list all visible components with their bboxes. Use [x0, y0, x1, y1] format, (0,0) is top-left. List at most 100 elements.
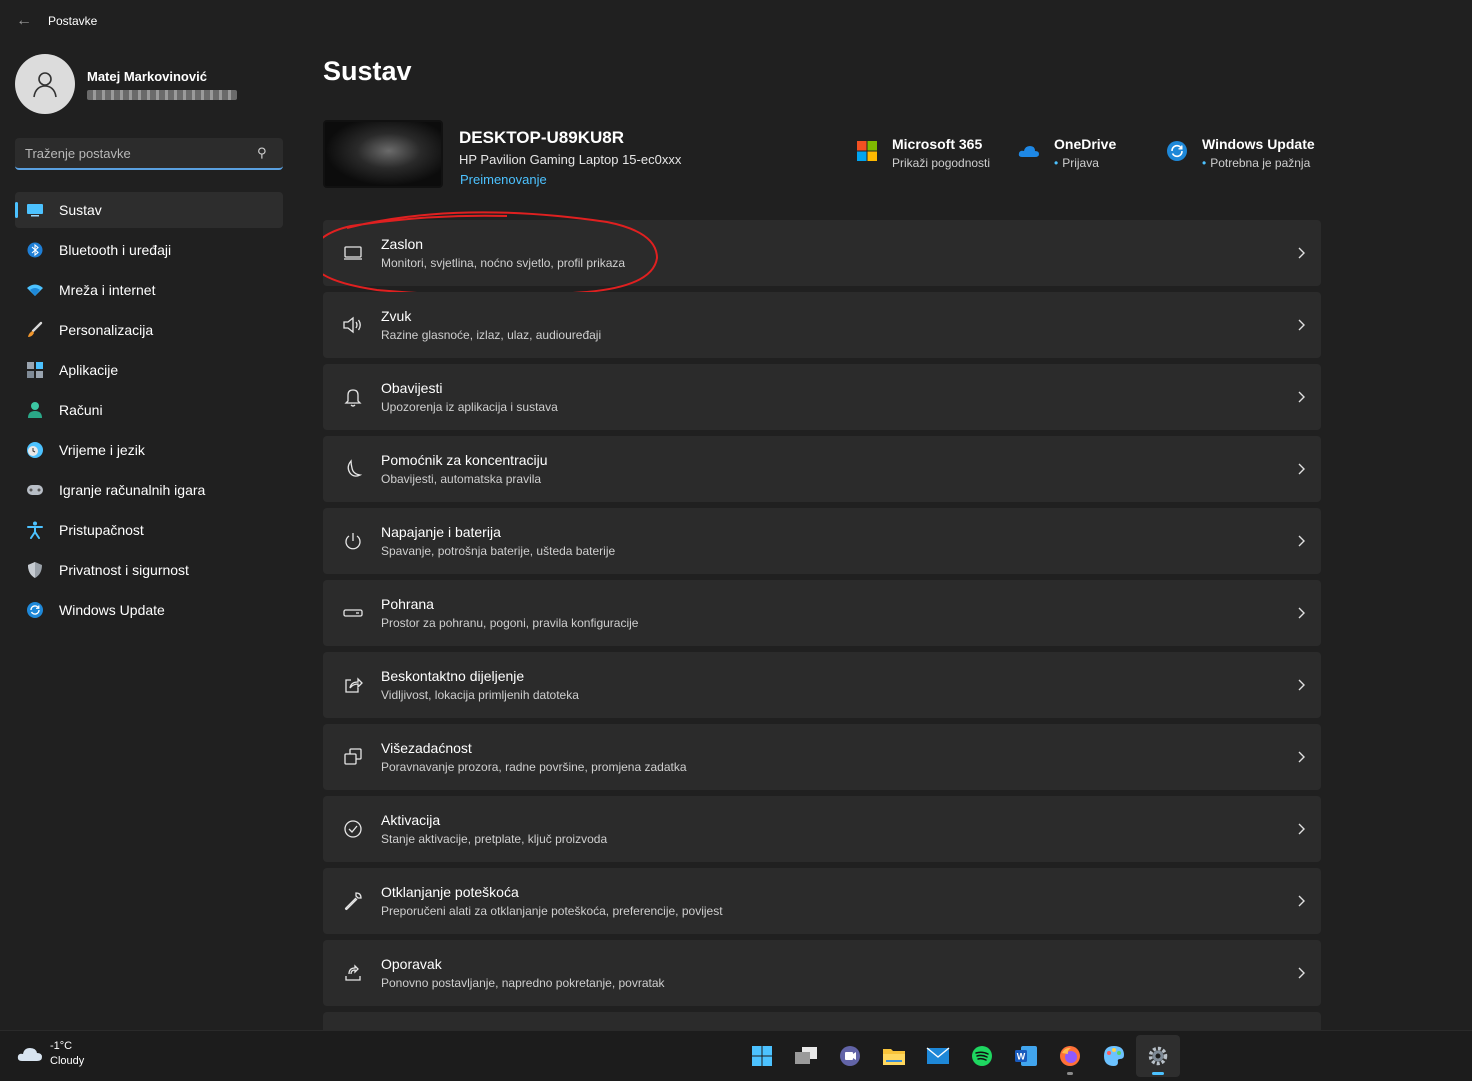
sidebar-item-label: Bluetooth i uređaji: [59, 242, 172, 258]
main-content: Sustav DESKTOP-U89KU8R HP Pavilion Gamin…: [323, 42, 1323, 1030]
bell-icon: [325, 387, 381, 407]
card-subtitle: Spavanje, potrošnja baterije, ušteda bat…: [381, 544, 616, 558]
word-icon[interactable]: W: [1004, 1035, 1048, 1077]
search-input[interactable]: [25, 145, 257, 161]
chevron-right-icon: [1281, 319, 1321, 331]
card-title: Otklanjanje poteškoća: [381, 884, 519, 900]
sidebar-item-label: Igranje računalnih igara: [59, 482, 206, 498]
sidebar-item-accounts[interactable]: Računi: [15, 392, 283, 428]
card-title: Aktivacija: [381, 812, 441, 828]
search-icon[interactable]: ⚲: [257, 145, 273, 161]
sidebar-item-apps[interactable]: Aplikacije: [15, 352, 283, 388]
card-visezadacnost[interactable]: Višezadaćnost Poravnavanje prozora, radn…: [323, 724, 1321, 790]
microsoft-logo-icon: [857, 141, 877, 161]
speaker-icon: [325, 316, 381, 334]
sidebar-item-label: Sustav: [59, 202, 102, 218]
sidebar-item-windows-update[interactable]: Windows Update: [15, 592, 283, 628]
avatar: [15, 54, 75, 114]
settings-window: ← Postavke Matej Markovinović ⚲: [0, 0, 1472, 1030]
chevron-right-icon: [1281, 679, 1321, 691]
teams-chat-icon[interactable]: [828, 1035, 872, 1077]
file-explorer-icon[interactable]: [872, 1035, 916, 1077]
weather-temp: -1°C: [50, 1040, 73, 1052]
status-dot: •: [1202, 156, 1207, 170]
task-view-icon[interactable]: [784, 1035, 828, 1077]
card-otklanjanje-poteskoca[interactable]: Otklanjanje poteškoća Preporučeni alati …: [323, 868, 1321, 934]
card-title: Višezadaćnost: [381, 740, 472, 756]
chevron-right-icon: [1281, 751, 1321, 763]
card-subtitle: Razine glasnoće, izlaz, ulaz, audiouređa…: [381, 328, 602, 342]
chevron-right-icon: [1281, 535, 1321, 547]
brush-icon: [25, 320, 45, 340]
quick-title: OneDrive: [1054, 136, 1117, 152]
chevron-right-icon: [1281, 463, 1321, 475]
card-pohrana[interactable]: Pohrana Prostor za pohranu, pogoni, prav…: [323, 580, 1321, 646]
profile-email-redacted: [87, 89, 237, 100]
card-title: Zvuk: [381, 308, 412, 324]
sidebar-nav: Sustav Bluetooth i uređaji Mreža i inter…: [15, 192, 283, 632]
onedrive-cloud-icon: [1018, 146, 1039, 157]
quick-onedrive[interactable]: OneDrive • Prijava: [1018, 136, 1116, 170]
mail-icon[interactable]: [916, 1035, 960, 1077]
sidebar-item-personalization[interactable]: Personalizacija: [15, 312, 283, 348]
card-title: Oporavak: [381, 956, 442, 972]
card-title: Zaslon: [381, 236, 424, 252]
back-arrow-icon[interactable]: ←: [14, 11, 34, 31]
rename-link[interactable]: Preimenovanje: [460, 172, 547, 187]
card-obavijesti[interactable]: Obavijesti Upozorenja iz aplikacija i su…: [323, 364, 1321, 430]
start-icon[interactable]: [740, 1035, 784, 1077]
card-zvuk[interactable]: Zvuk Razine glasnoće, izlaz, ulaz, audio…: [323, 292, 1321, 358]
card-title: Pomoćnik za koncentraciju: [381, 452, 548, 468]
quick-title: Microsoft 365: [892, 136, 983, 152]
clock-globe-icon: [25, 440, 45, 460]
sidebar-item-privacy[interactable]: Privatnost i sigurnost: [15, 552, 283, 588]
card-subtitle: Obavijesti, automatska pravila: [381, 472, 542, 486]
firefox-icon[interactable]: [1048, 1035, 1092, 1077]
card-napajanje[interactable]: Napajanje i baterija Spavanje, potrošnja…: [323, 508, 1321, 574]
user-profile[interactable]: Matej Markovinović: [15, 54, 237, 114]
card-aktivacija[interactable]: Aktivacija Stanje aktivacije, pretplate,…: [323, 796, 1321, 862]
multitasking-icon: [325, 747, 381, 767]
sidebar-item-gaming[interactable]: Igranje računalnih igara: [15, 472, 283, 508]
sidebar-item-label: Personalizacija: [59, 322, 154, 338]
quick-subtitle: • Prijava: [1054, 156, 1099, 170]
wifi-icon: [25, 280, 45, 300]
sidebar-item-label: Računi: [59, 402, 103, 418]
chevron-right-icon: [1281, 247, 1321, 259]
quick-microsoft-365[interactable]: Microsoft 365 Prikaži pogodnosti: [856, 136, 990, 170]
search-box[interactable]: ⚲: [15, 138, 283, 170]
update-icon: [25, 600, 45, 620]
cloud-icon: [17, 1048, 42, 1061]
device-info: DESKTOP-U89KU8R HP Pavilion Gaming Lapto…: [323, 120, 1323, 190]
card-subtitle: Monitori, svjetlina, noćno svjetlo, prof…: [381, 256, 626, 270]
title-bar: ← Postavke: [0, 0, 1472, 42]
card-zaslon[interactable]: Zaslon Monitori, svjetlina, noćno svjetl…: [323, 211, 1321, 297]
sidebar-item-label: Aplikacije: [59, 362, 119, 378]
taskbar: -1°C Cloudy W: [0, 1030, 1472, 1081]
moon-icon: [325, 459, 381, 479]
card-oporavak[interactable]: Oporavak Ponovno postavljanje, napredno …: [323, 940, 1321, 1006]
card-dijeljenje[interactable]: Beskontaktno dijeljenje Vidljivost, loka…: [323, 652, 1321, 718]
monitor-icon: [25, 200, 45, 220]
spotify-icon[interactable]: [960, 1035, 1004, 1077]
quick-windows-update[interactable]: Windows Update • Potrebna je pažnja: [1166, 136, 1315, 170]
sidebar-item-label: Windows Update: [59, 602, 165, 618]
chevron-right-icon: [1281, 391, 1321, 403]
sidebar-item-sustav[interactable]: Sustav: [15, 192, 283, 228]
recovery-icon: [325, 963, 381, 983]
paint-icon[interactable]: [1092, 1035, 1136, 1077]
card-koncentracija[interactable]: Pomoćnik za koncentraciju Obavijesti, au…: [323, 436, 1321, 502]
card-title: Napajanje i baterija: [381, 524, 501, 540]
settings-icon[interactable]: [1136, 1035, 1180, 1077]
card-title: Pohrana: [381, 596, 434, 612]
card-title: Beskontaktno dijeljenje: [381, 668, 525, 684]
sidebar-item-accessibility[interactable]: Pristupačnost: [15, 512, 283, 548]
sidebar-item-bluetooth[interactable]: Bluetooth i uređaji: [15, 232, 283, 268]
sidebar-item-network[interactable]: Mreža i internet: [15, 272, 283, 308]
chevron-right-icon: [1281, 823, 1321, 835]
person-icon: [25, 400, 45, 420]
display-icon: [325, 245, 381, 261]
card-subtitle: Ponovno postavljanje, napredno pokretanj…: [381, 976, 665, 990]
weather-widget[interactable]: -1°C Cloudy: [16, 1039, 84, 1069]
sidebar-item-time-language[interactable]: Vrijeme i jezik: [15, 432, 283, 468]
